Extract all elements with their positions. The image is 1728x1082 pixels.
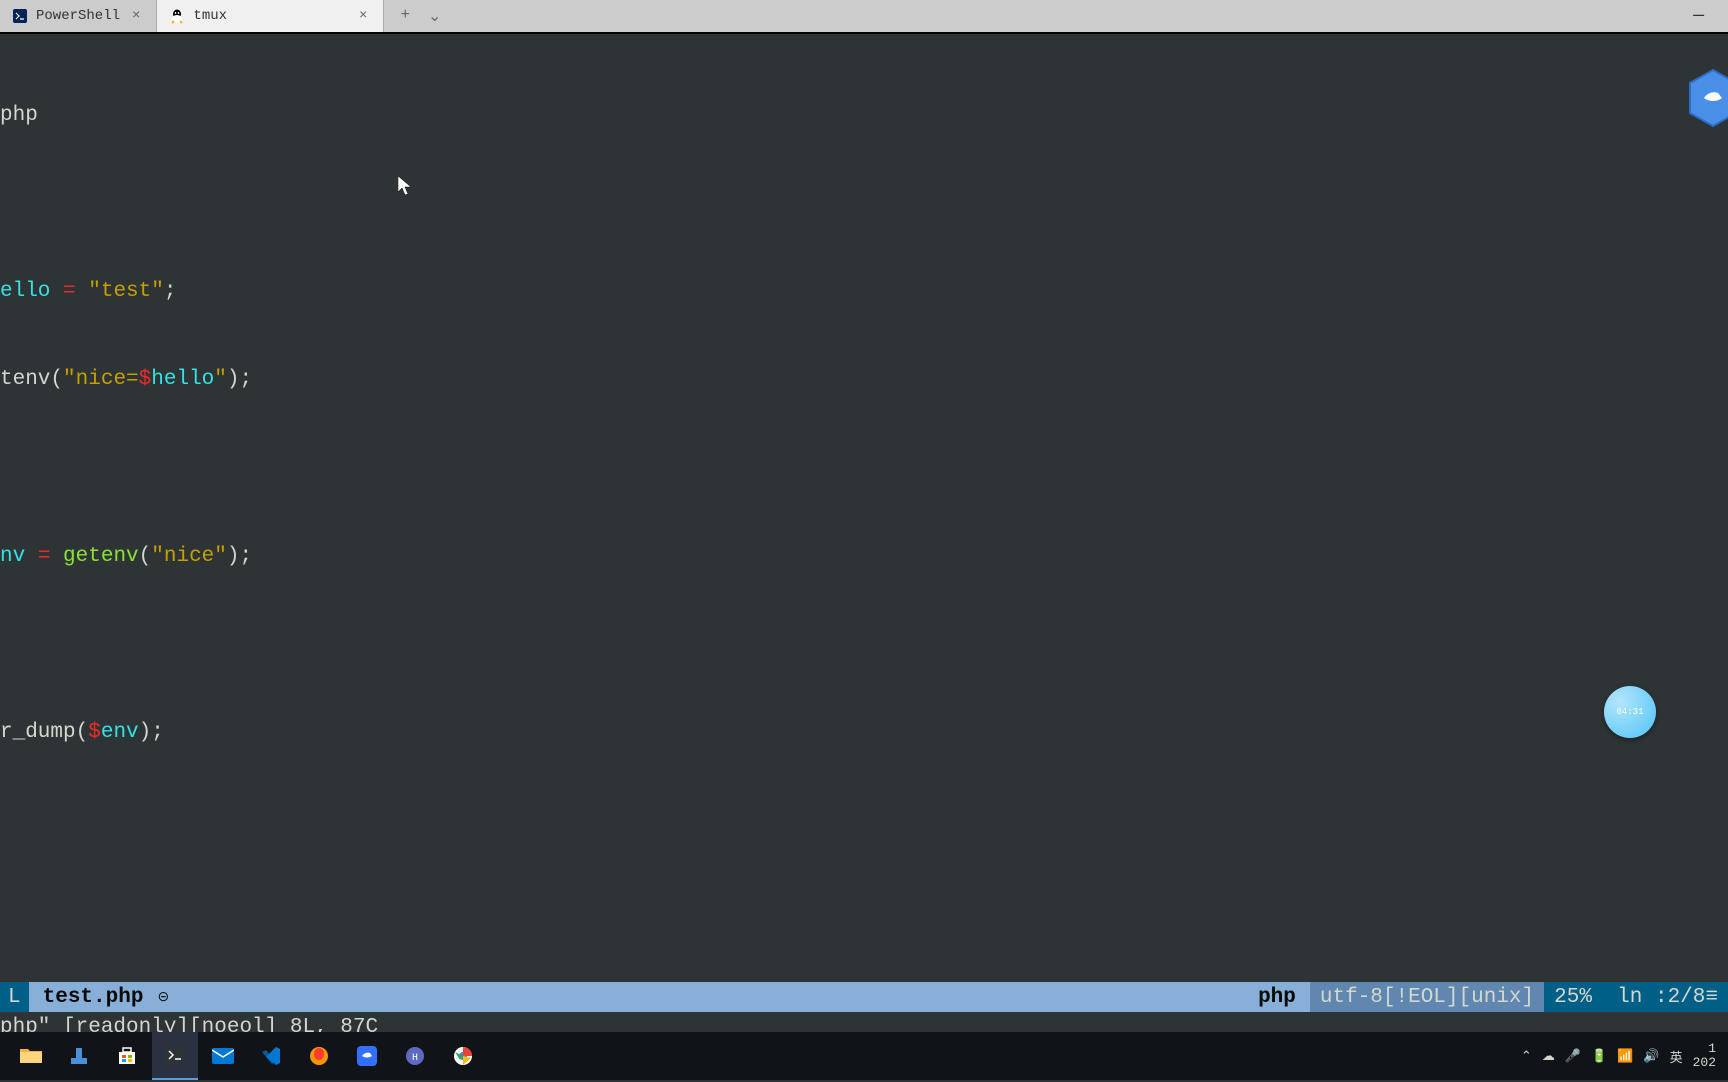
code-text: ); bbox=[227, 545, 252, 568]
tux-icon bbox=[169, 8, 185, 24]
vim-encoding: utf-8[!EOL][unix] bbox=[1310, 982, 1544, 1012]
vim-mode: L bbox=[0, 982, 29, 1012]
mail-icon[interactable] bbox=[200, 1032, 246, 1080]
code-text: ( bbox=[76, 721, 89, 744]
tab-dropdown-button[interactable]: ⌄ bbox=[422, 6, 447, 26]
microphone-icon[interactable]: 🎤 bbox=[1565, 1049, 1581, 1064]
timer-value: 04:31 bbox=[1616, 707, 1643, 717]
code-text: $ bbox=[88, 721, 101, 744]
code-text: ); bbox=[139, 721, 164, 744]
code-text: ( bbox=[50, 368, 63, 391]
window-controls: — bbox=[1669, 0, 1728, 32]
code-text: ); bbox=[227, 368, 252, 391]
microsoft-store-icon[interactable] bbox=[104, 1032, 150, 1080]
code-text: ello bbox=[0, 280, 50, 303]
vim-line: ln :2/8≡ bbox=[1617, 986, 1718, 1009]
code-text: = bbox=[25, 545, 63, 568]
battery-icon[interactable]: 🔋 bbox=[1591, 1049, 1607, 1064]
vim-position: 25% ln :2/8≡ bbox=[1544, 982, 1728, 1012]
file-explorer-icon[interactable] bbox=[8, 1032, 54, 1080]
onedrive-icon[interactable]: ☁ bbox=[1542, 1049, 1555, 1064]
code-text: "test" bbox=[88, 280, 164, 303]
code-text: php bbox=[0, 104, 38, 127]
code-editor[interactable]: php ello = "test"; tenv("nice=$hello"); … bbox=[0, 34, 1728, 1082]
code-text: nv bbox=[0, 545, 25, 568]
code-text: "nice= bbox=[63, 368, 139, 391]
tab-label: tmux bbox=[193, 8, 227, 24]
tab-label: PowerShell bbox=[36, 8, 120, 24]
vim-filename: test.php bbox=[29, 986, 158, 1009]
terminal-area[interactable]: php ello = "test"; tenv("nice=$hello"); … bbox=[0, 32, 1728, 1080]
clock-time: 1 bbox=[1693, 1042, 1716, 1056]
volume-icon[interactable]: 🔊 bbox=[1643, 1049, 1659, 1064]
wifi-icon[interactable]: 📶 bbox=[1617, 1049, 1633, 1064]
floating-timer-badge[interactable]: 04:31 bbox=[1604, 686, 1656, 738]
titlebar-new-tab-group: + ⌄ bbox=[384, 6, 447, 26]
terminal-icon[interactable] bbox=[152, 1032, 198, 1080]
app-circle-icon[interactable]: H bbox=[392, 1032, 438, 1080]
terminal-icon bbox=[12, 8, 28, 24]
chrome-icon[interactable] bbox=[440, 1032, 486, 1080]
new-tab-button[interactable]: + bbox=[394, 6, 416, 26]
system-tray: ⌃ ☁ 🎤 🔋 📶 🔊 英 1 202 bbox=[1521, 1042, 1728, 1071]
close-icon[interactable]: × bbox=[128, 8, 144, 24]
clock[interactable]: 1 202 bbox=[1693, 1042, 1716, 1071]
tab-powershell[interactable]: PowerShell × bbox=[0, 0, 157, 32]
vim-status-line: L test.php ⊝ php utf-8[!EOL][unix] 25% l… bbox=[0, 982, 1728, 1012]
clock-date: 202 bbox=[1693, 1056, 1716, 1070]
ime-indicator[interactable]: 英 bbox=[1670, 1047, 1683, 1066]
code-text: tenv bbox=[0, 368, 50, 391]
code-text: env bbox=[101, 721, 139, 744]
tray-chevron-icon[interactable]: ⌃ bbox=[1521, 1049, 1532, 1064]
code-text: getenv bbox=[63, 545, 139, 568]
code-text: = bbox=[50, 280, 88, 303]
vscode-icon[interactable] bbox=[248, 1032, 294, 1080]
code-text: ( bbox=[139, 545, 152, 568]
firefox-icon[interactable] bbox=[296, 1032, 342, 1080]
code-text: ; bbox=[164, 280, 177, 303]
code-text: r_dump bbox=[0, 721, 76, 744]
code-text: " bbox=[214, 368, 227, 391]
code-text: "nice" bbox=[151, 545, 227, 568]
close-icon[interactable]: × bbox=[355, 8, 371, 24]
minimize-button[interactable]: — bbox=[1681, 6, 1716, 26]
vim-filetype: php bbox=[1244, 986, 1310, 1009]
vim-modified-indicator: ⊝ bbox=[157, 989, 169, 1006]
windows-taskbar: H ⌃ ☁ 🎤 🔋 📶 🔊 英 1 202 bbox=[0, 1032, 1728, 1080]
code-text: $ bbox=[139, 368, 152, 391]
code-text: hello bbox=[151, 368, 214, 391]
feishu-icon[interactable] bbox=[344, 1032, 390, 1080]
floating-hex-badge[interactable] bbox=[1686, 68, 1728, 128]
tab-tmux[interactable]: tmux × bbox=[157, 0, 384, 32]
window-titlebar: PowerShell × tmux × + ⌄ — bbox=[0, 0, 1728, 32]
vim-percent: 25% bbox=[1554, 986, 1592, 1009]
app-icon[interactable] bbox=[56, 1032, 102, 1080]
svg-text:H: H bbox=[412, 1053, 418, 1064]
